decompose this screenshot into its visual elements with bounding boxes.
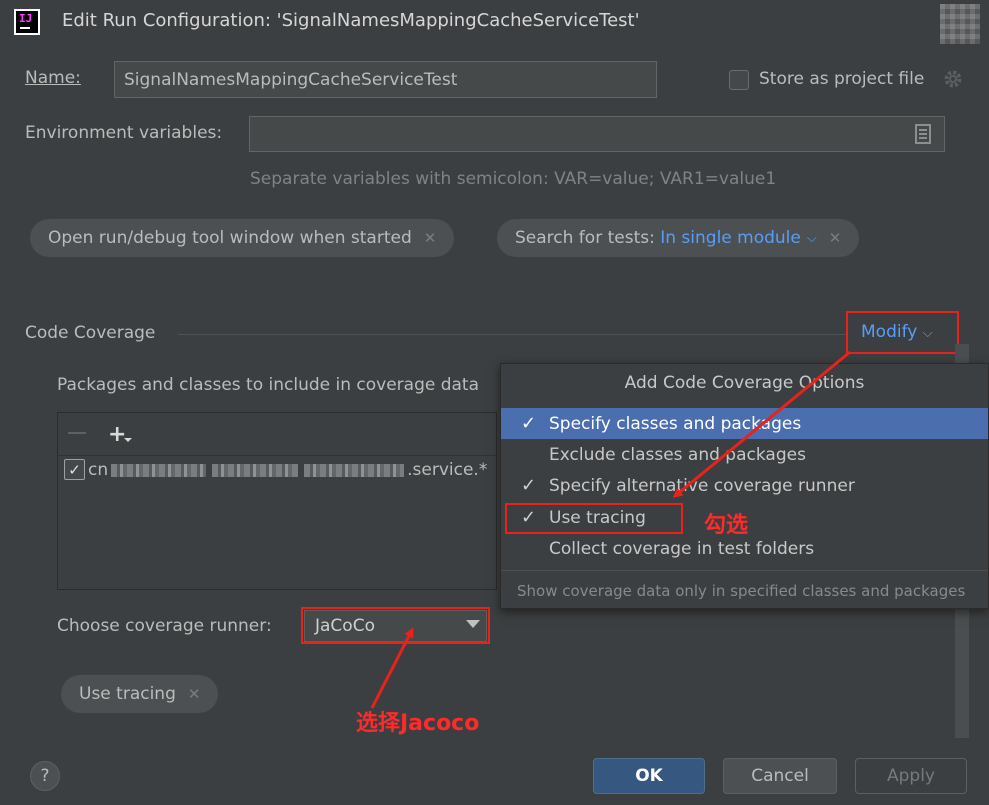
arrow-to-runner — [370, 627, 414, 709]
arrow-to-use-tracing — [672, 350, 851, 498]
cancel-button[interactable]: Cancel — [723, 758, 837, 794]
annotation-arrows — [370, 350, 851, 709]
ok-button[interactable]: OK — [593, 758, 705, 794]
help-button[interactable]: ? — [30, 761, 60, 791]
apply-button[interactable]: Apply — [855, 758, 967, 794]
